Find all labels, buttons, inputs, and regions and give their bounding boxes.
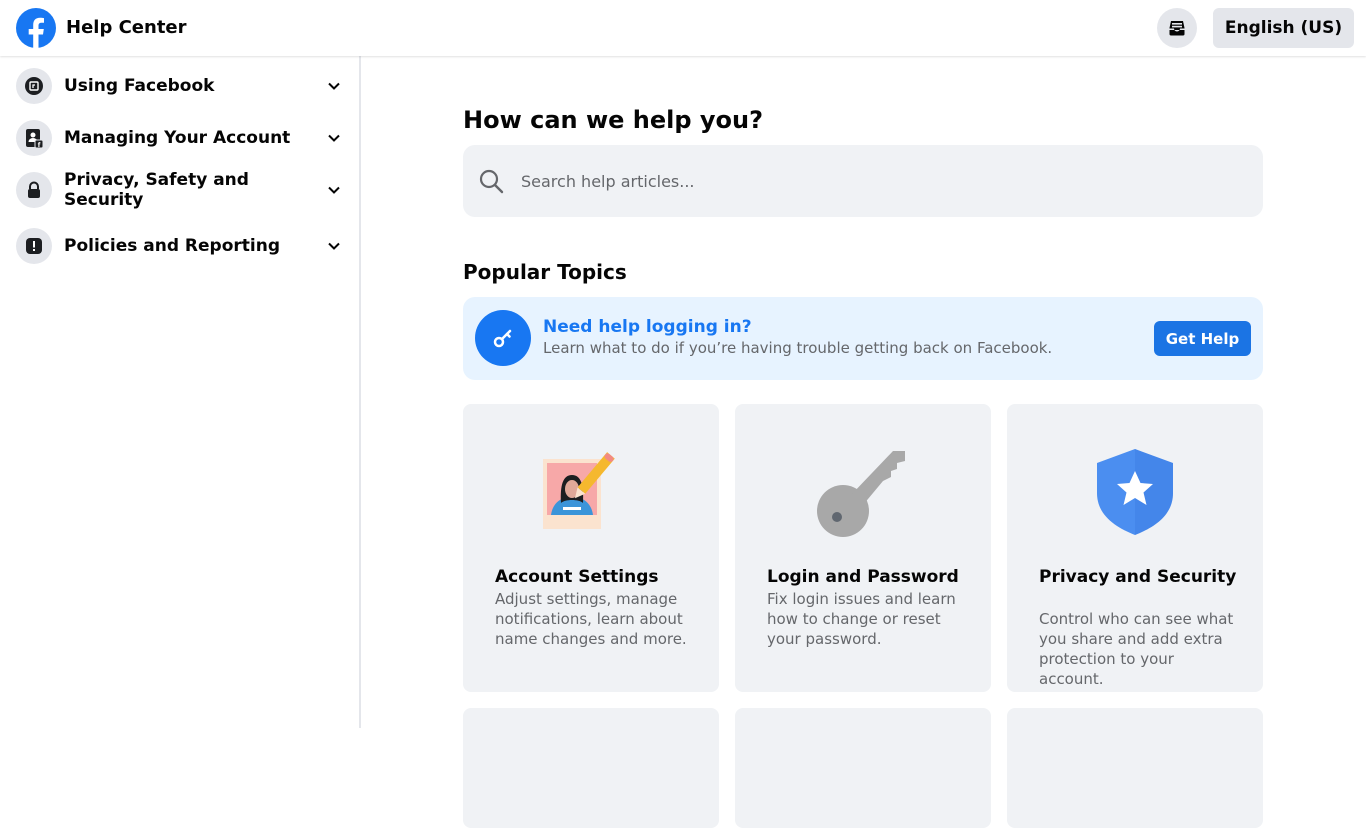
chevron-down-icon[interactable]: [324, 180, 344, 200]
card-description: Fix login issues and learn how to change…: [767, 590, 956, 648]
card-title[interactable]: Privacy and Security: [1039, 567, 1239, 587]
chevron-down-icon[interactable]: [324, 76, 344, 96]
popular-topics-heading: Popular Topics: [463, 260, 627, 284]
banner-description: Learn what to do if you’re having troubl…: [543, 339, 1053, 357]
sidebar-item-policies-reporting[interactable]: Policies and Reporting: [16, 228, 344, 264]
sidebar-item-using-facebook[interactable]: Using Facebook: [16, 68, 344, 104]
shield-star-illustration: [1007, 436, 1263, 546]
brand[interactable]: Help Center: [16, 8, 187, 48]
login-help-banner[interactable]: Need help logging in? Learn what to do i…: [463, 297, 1263, 380]
chevron-down-icon[interactable]: [324, 128, 344, 148]
key-icon: [475, 310, 531, 366]
topic-card-next-row[interactable]: [1007, 708, 1263, 828]
key-illustration: [735, 436, 991, 546]
card-description: Adjust settings, manage notifications, l…: [495, 590, 687, 648]
card-title[interactable]: Login and Password: [767, 567, 967, 587]
chevron-down-icon[interactable]: [324, 236, 344, 256]
sidebar-item-privacy-safety[interactable]: Privacy, Safety and Security: [16, 170, 344, 210]
card-title[interactable]: Account Settings: [495, 567, 695, 587]
facebook-page-icon: [16, 68, 52, 104]
topic-card-account-settings[interactable]: Account Settings Adjust settings, manage…: [463, 404, 719, 692]
page-title: How can we help you?: [463, 106, 764, 134]
card-description: Control who can see what you share and a…: [1039, 610, 1234, 688]
svg-text:f: f: [38, 142, 41, 148]
search-icon: [477, 167, 505, 195]
sidebar-item-label: Privacy, Safety and Security: [64, 170, 249, 210]
facebook-logo-icon[interactable]: [16, 8, 56, 48]
sidebar: Using Facebook f Managing Your Account P…: [0, 56, 361, 728]
search-input[interactable]: [521, 171, 1221, 191]
language-selector[interactable]: English (US): [1213, 8, 1354, 48]
topic-card-next-row[interactable]: [463, 708, 719, 828]
get-help-button[interactable]: Get Help: [1154, 321, 1251, 356]
search-bar[interactable]: [463, 145, 1263, 217]
profile-photo-pencil-illustration: [463, 436, 719, 546]
lock-icon: [16, 172, 52, 208]
app-title[interactable]: Help Center: [66, 8, 187, 48]
top-bar: Help Center English (US): [0, 0, 1366, 56]
banner-title[interactable]: Need help logging in?: [543, 317, 752, 337]
support-inbox-button[interactable]: [1157, 8, 1197, 48]
support-inbox-icon: [1169, 21, 1185, 36]
topic-card-next-row[interactable]: [735, 708, 991, 828]
account-card-icon: f: [16, 120, 52, 156]
topic-card-privacy-security[interactable]: Privacy and Security Control who can see…: [1007, 404, 1263, 692]
sidebar-item-label: Policies and Reporting: [64, 236, 281, 256]
alert-icon: [16, 228, 52, 264]
sidebar-item-managing-account[interactable]: f Managing Your Account: [16, 120, 344, 156]
topic-card-login-password[interactable]: Login and Password Fix login issues and …: [735, 404, 991, 692]
sidebar-item-label: Using Facebook: [64, 76, 215, 96]
sidebar-item-label: Managing Your Account: [64, 128, 291, 148]
